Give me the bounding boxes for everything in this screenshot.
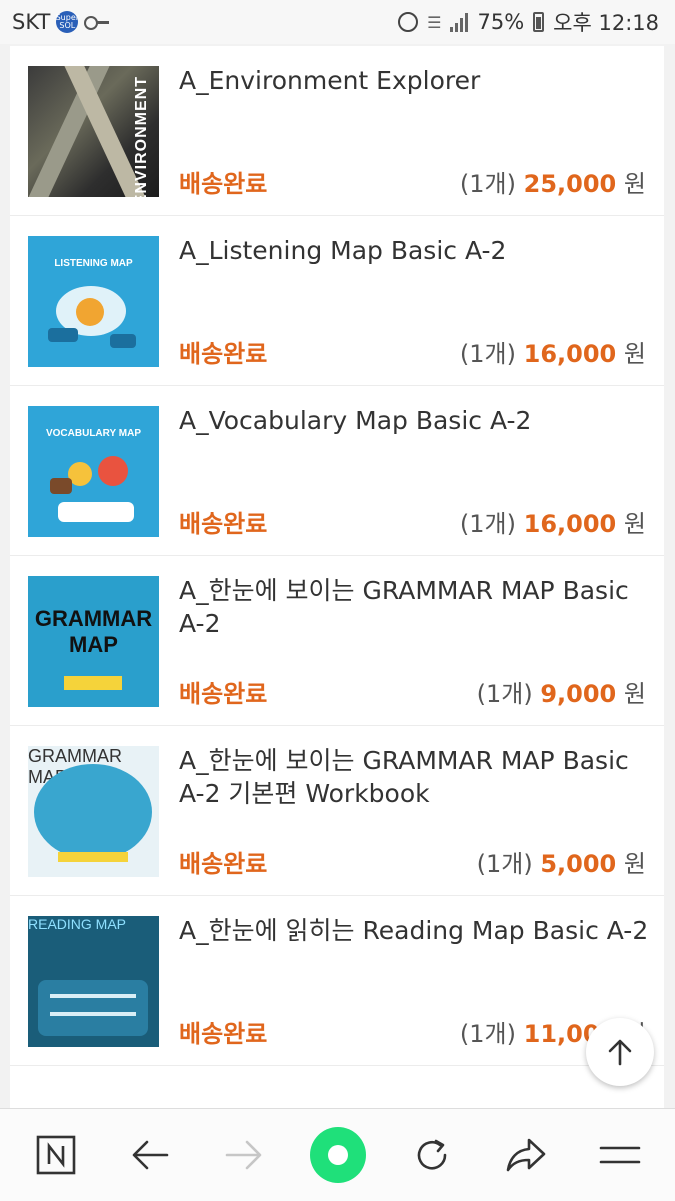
green-dot-button[interactable] — [298, 1109, 378, 1201]
quantity: (1개) — [459, 1020, 516, 1048]
battery-percent: 75% — [477, 10, 525, 34]
book-cover-image[interactable]: GRAMMAR MAP — [28, 576, 159, 707]
price: 5,000 — [540, 850, 617, 878]
book-cover-image[interactable]: ENVIRONMENT — [28, 66, 159, 197]
cover-title: VOCABULARY MAP — [45, 428, 141, 439]
product-title[interactable]: A_한눈에 보이는 GRAMMAR MAP Basic A-2 기본편 Work… — [179, 744, 657, 810]
super-sol-icon: Super SOL — [56, 11, 79, 33]
back-arrow-icon — [132, 1140, 169, 1170]
delivery-status: 배송완료 — [179, 510, 268, 538]
order-item[interactable]: GRAMMAR MAP A_한눈에 보이는 GRAMMAR MAP Basic … — [10, 556, 664, 726]
delivery-status: 배송완료 — [179, 850, 268, 878]
forward-button[interactable] — [204, 1109, 284, 1201]
book-cover-image[interactable]: VOCABULARY MAP — [28, 406, 159, 537]
product-title[interactable]: A_Environment Explorer — [179, 64, 657, 97]
book-cover-image[interactable]: GRAMMAR MAP — [28, 746, 159, 877]
delivery-status: 배송완료 — [179, 340, 268, 368]
battery-icon — [533, 12, 545, 32]
price: 25,000 — [523, 170, 617, 198]
quantity: (1개) — [476, 680, 533, 708]
price-info: (1개) 25,000 원 — [460, 164, 646, 199]
quantity: (1개) — [459, 340, 516, 368]
browser-toolbar — [0, 1108, 675, 1201]
product-title[interactable]: A_Listening Map Basic A-2 — [179, 234, 657, 267]
quantity: (1개) — [459, 510, 516, 538]
price: 16,000 — [523, 510, 617, 538]
cover-title: ENVIRONMENT — [133, 76, 150, 197]
refresh-button[interactable] — [392, 1109, 472, 1201]
clock: 오후 12:18 — [553, 11, 659, 35]
currency: 원 — [623, 510, 646, 538]
cover-title: GRAMMAR MAP — [34, 606, 153, 657]
back-button[interactable] — [110, 1109, 190, 1201]
naver-home-icon — [36, 1135, 76, 1175]
wifi-icon: ☰ — [427, 12, 442, 32]
cover-title: READING MAP — [28, 916, 127, 932]
book-cover-image[interactable]: READING MAP — [28, 916, 159, 1047]
order-item[interactable]: LISTENING MAP A_Listening Map Basic A-2 … — [10, 216, 664, 386]
order-item[interactable]: ENVIRONMENT A_Environment Explorer 배송완료 … — [10, 46, 664, 216]
arrow-up-icon — [608, 1039, 632, 1066]
price: 9,000 — [540, 680, 617, 708]
price-info: (1개) 9,000 원 — [477, 674, 646, 709]
carrier-name: SKT — [12, 10, 51, 34]
quantity: (1개) — [459, 170, 516, 198]
status-bar: SKT Super SOL ☰ 75% 오후 12:18 — [0, 0, 675, 44]
delivery-status: 배송완료 — [179, 170, 268, 198]
share-button[interactable] — [486, 1109, 566, 1201]
product-title[interactable]: A_한눈에 보이는 GRAMMAR MAP Basic A-2 — [179, 574, 657, 640]
menu-icon — [599, 1146, 641, 1164]
green-dot-icon — [310, 1127, 366, 1183]
menu-button[interactable] — [580, 1109, 660, 1201]
share-icon — [506, 1138, 546, 1172]
cover-title: LISTENING MAP — [54, 258, 133, 269]
refresh-icon — [417, 1139, 447, 1170]
delivery-status: 배송완료 — [179, 680, 268, 708]
alarm-icon — [398, 12, 419, 32]
signal-icon — [450, 12, 469, 32]
scroll-top-button[interactable] — [586, 1018, 654, 1086]
price: 16,000 — [523, 340, 617, 368]
order-list: ENVIRONMENT A_Environment Explorer 배송완료 … — [10, 46, 664, 1108]
currency: 원 — [623, 170, 646, 198]
home-button[interactable] — [16, 1109, 96, 1201]
order-item[interactable]: GRAMMAR MAP A_한눈에 보이는 GRAMMAR MAP Basic … — [10, 726, 664, 896]
price-info: (1개) 5,000 원 — [477, 844, 646, 879]
quantity: (1개) — [476, 850, 533, 878]
order-item[interactable]: READING MAP A_한눈에 읽히는 Reading Map Basic … — [10, 896, 664, 1066]
currency: 원 — [623, 850, 646, 878]
currency: 원 — [623, 680, 646, 708]
product-title[interactable]: A_한눈에 읽히는 Reading Map Basic A-2 — [179, 914, 657, 947]
currency: 원 — [623, 340, 646, 368]
price-info: (1개) 16,000 원 — [460, 504, 646, 539]
book-cover-image[interactable]: LISTENING MAP — [28, 236, 159, 367]
delivery-status: 배송완료 — [179, 1020, 268, 1048]
key-icon — [84, 15, 110, 30]
price-info: (1개) 16,000 원 — [460, 334, 646, 369]
product-title[interactable]: A_Vocabulary Map Basic A-2 — [179, 404, 657, 437]
forward-arrow-icon — [225, 1140, 262, 1170]
order-item[interactable]: VOCABULARY MAP A_Vocabulary Map Basic A-… — [10, 386, 664, 556]
